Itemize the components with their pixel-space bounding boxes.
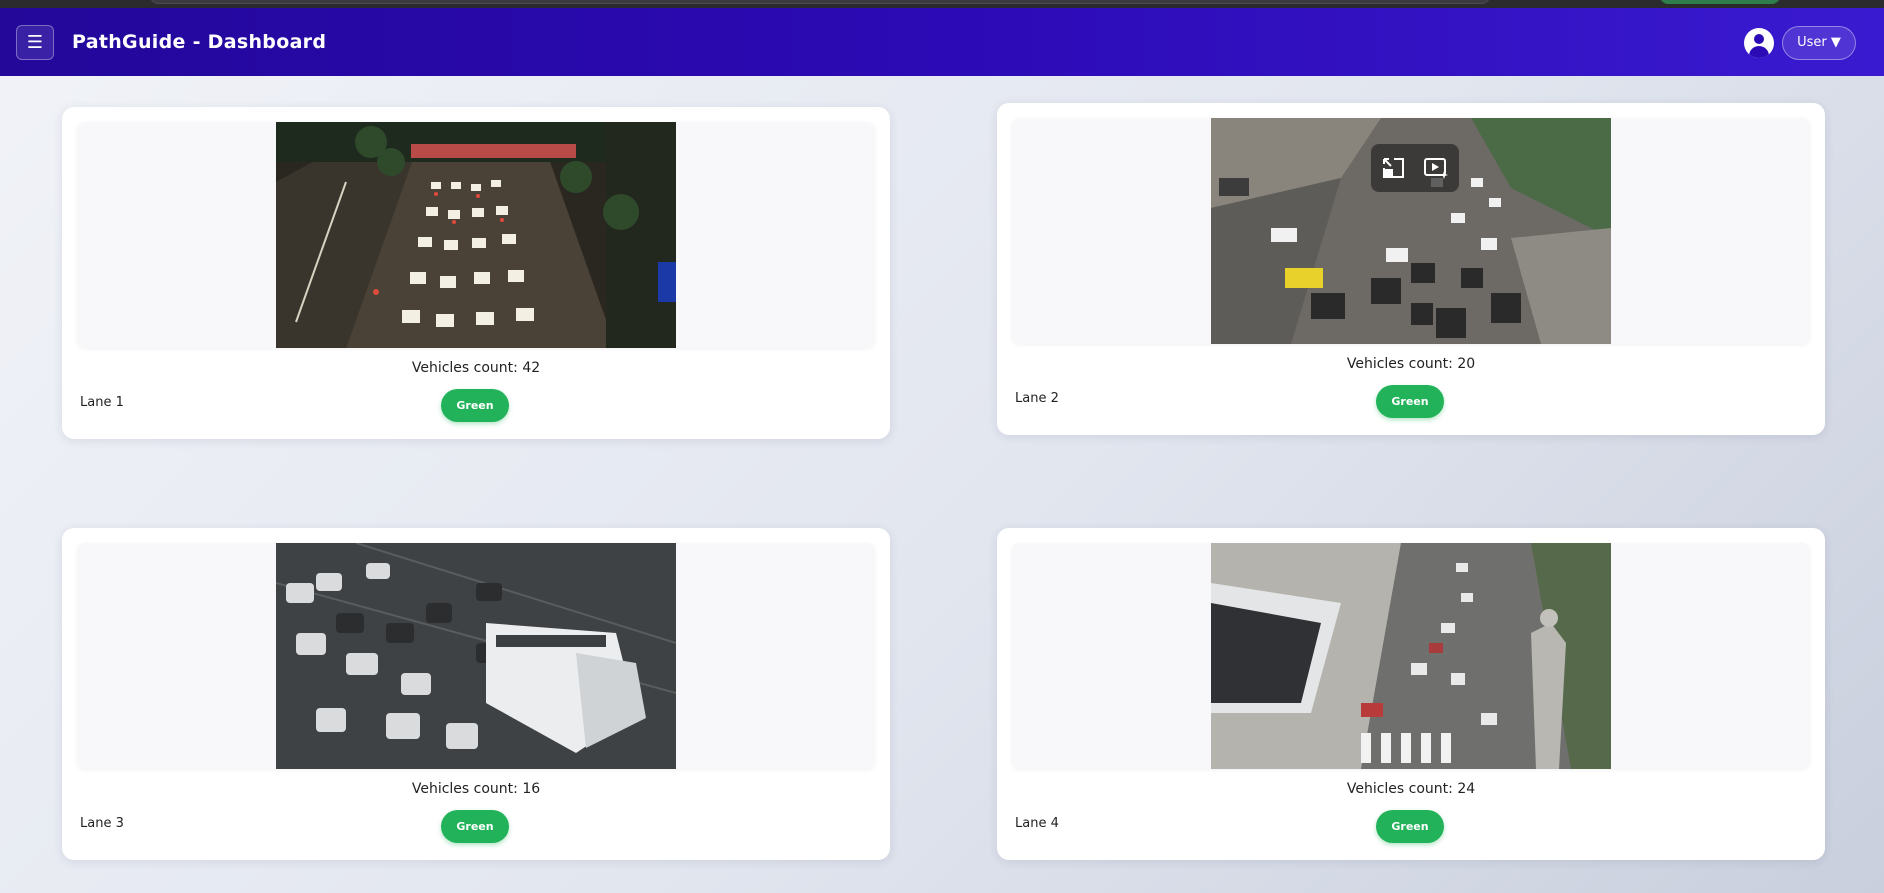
lane-label: Lane 4 bbox=[1015, 816, 1059, 831]
browser-address-bar[interactable] bbox=[150, 0, 1490, 4]
video-panel bbox=[1012, 118, 1810, 344]
user-avatar-icon[interactable] bbox=[1744, 28, 1774, 58]
signal-status-button[interactable]: Green bbox=[1376, 810, 1444, 843]
user-menu-button[interactable]: User ▼ bbox=[1782, 26, 1856, 60]
vehicle-count: Vehicles count: 20 bbox=[1346, 356, 1476, 372]
signal-status-button[interactable]: Green bbox=[441, 810, 509, 843]
hamburger-icon: ☰ bbox=[26, 32, 44, 53]
vehicle-count: Vehicles count: 42 bbox=[411, 360, 541, 376]
browser-extension-button[interactable] bbox=[1660, 0, 1780, 4]
picture-in-picture-icon[interactable] bbox=[1381, 156, 1407, 180]
video-panel bbox=[1012, 543, 1810, 769]
video-panel bbox=[77, 543, 875, 769]
signal-status-button[interactable]: Green bbox=[441, 389, 509, 422]
lane-label: Lane 3 bbox=[80, 816, 124, 831]
lane-card-2: Vehicles count: 20 Lane 2 Green bbox=[997, 103, 1825, 435]
vehicle-count: Vehicles count: 16 bbox=[411, 781, 541, 797]
traffic-video-lane-4[interactable] bbox=[1211, 543, 1611, 769]
traffic-video-lane-1[interactable] bbox=[276, 122, 676, 348]
navbar: ☰ PathGuide - Dashboard User ▼ bbox=[0, 8, 1884, 76]
lane-label: Lane 2 bbox=[1015, 391, 1059, 406]
lane-label: Lane 1 bbox=[80, 395, 124, 410]
page-title: PathGuide - Dashboard bbox=[72, 31, 327, 53]
signal-status-button[interactable]: Green bbox=[1376, 385, 1444, 418]
lane-card-3: Vehicles count: 16 Lane 3 Green bbox=[62, 528, 890, 860]
lane-card-4: Vehicles count: 24 Lane 4 Green bbox=[997, 528, 1825, 860]
traffic-video-lane-2[interactable] bbox=[1211, 118, 1611, 344]
traffic-video-lane-3[interactable] bbox=[276, 543, 676, 769]
video-overlay-controls bbox=[1371, 144, 1459, 192]
menu-button[interactable]: ☰ bbox=[16, 25, 54, 60]
vehicle-count: Vehicles count: 24 bbox=[1346, 781, 1476, 797]
video-ai-icon[interactable] bbox=[1423, 156, 1449, 180]
lane-card-1: Vehicles count: 42 Lane 1 Green bbox=[62, 107, 890, 439]
video-panel bbox=[77, 122, 875, 348]
